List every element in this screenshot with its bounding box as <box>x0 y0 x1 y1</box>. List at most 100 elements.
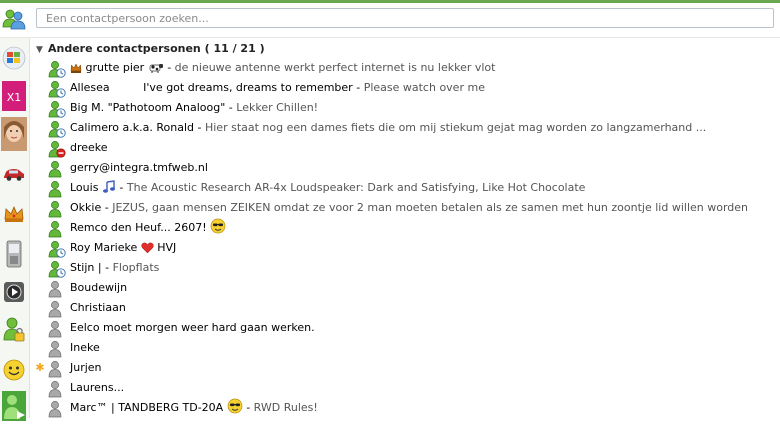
contact-name: Allesea <box>70 81 110 94</box>
contact-name: Marc™ | TANDBERG TD-20A <box>70 401 224 414</box>
contact-row[interactable]: Big M. "Pathotoom Analoog" - Lekker Chil… <box>30 98 778 118</box>
media-play-icon[interactable] <box>1 274 27 310</box>
search-input[interactable]: Een contactpersoon zoeken... <box>36 8 774 28</box>
smiley-icon[interactable] <box>1 352 27 388</box>
chevron-down-icon[interactable]: ▼ <box>36 42 48 58</box>
contact-row[interactable]: dreeke <box>30 138 778 158</box>
contact-name: Stijn | <box>70 261 102 274</box>
contact-text: Allesea I've got dreams, dreams to remem… <box>70 78 485 98</box>
contact-text: Jurjen <box>70 358 102 378</box>
contact-name: Okkie <box>70 201 102 214</box>
contact-row[interactable]: Christiaan <box>30 298 778 318</box>
status-online-icon <box>48 160 66 178</box>
contact-row[interactable]: Louis - The Acoustic Research AR-4x Loud… <box>30 178 778 198</box>
contact-row[interactable]: Laurens... <box>30 378 778 398</box>
contact-text: dreeke <box>70 138 108 158</box>
separator: - <box>163 61 175 74</box>
contact-text: Laurens... <box>70 378 124 398</box>
contact-name: Jurjen <box>70 361 102 374</box>
contact-text: Eelco moet morgen weer hard gaan werken. <box>70 318 315 338</box>
contact-row[interactable]: grutte pier - de nieuwe antenne werkt pe… <box>30 58 778 78</box>
personal-message: Lekker Chillen! <box>236 101 319 114</box>
contact-text: Ineke <box>70 338 100 358</box>
separator: - <box>194 121 205 134</box>
separator: - <box>242 401 254 414</box>
status-offline-icon <box>48 400 66 418</box>
contact-row[interactable]: Stijn | - Flopflats <box>30 258 778 278</box>
separator: - <box>115 181 127 194</box>
contact-name: Roy Marieke <box>70 241 138 254</box>
contact-row[interactable]: Remco den Heuf... 2607! <box>30 218 778 238</box>
personal-message: The Acoustic Research AR-4x Loudspeaker:… <box>126 181 586 194</box>
separator: - <box>101 261 113 274</box>
contact-row[interactable]: Roy Marieke HVJ <box>30 238 778 258</box>
contact-name: Laurens... <box>70 381 125 394</box>
status-away-icon <box>48 60 66 78</box>
contact-text: Calimero a.k.a. Ronald - Hier staat nog … <box>70 118 706 138</box>
group-header-other-contacts[interactable]: ▼ Andere contactpersonen ( 11 / 21 ) <box>36 41 265 57</box>
buddy-video-icon[interactable] <box>1 388 27 424</box>
toolbar: Een contactpersoon zoeken... <box>0 3 780 38</box>
buddy-lock-icon[interactable] <box>1 312 27 348</box>
status-online-icon <box>48 180 66 198</box>
contact-text: Stijn | - Flopflats <box>70 258 159 278</box>
group-title: Andere contactpersonen <box>48 42 201 55</box>
contact-text: Christiaan <box>70 298 126 318</box>
contact-name: Louis <box>70 181 99 194</box>
contact-row[interactable]: Marc™ | TANDBERG TD-20A - RWD Rules! <box>30 398 778 418</box>
contact-name: Boudewijn <box>70 281 128 294</box>
personal-message: de nieuwe antenne werkt perfect internet… <box>174 61 496 74</box>
separator: - <box>225 101 237 114</box>
status-offline-icon <box>48 320 66 338</box>
personal-message: Hier staat nog een dames fiets die om mi… <box>204 121 707 134</box>
status-online-icon <box>48 220 66 238</box>
contact-text: Okkie - JEZUS, gaan mensen ZEIKEN omdat … <box>70 198 748 218</box>
contact-name: Christiaan <box>70 301 126 314</box>
svg-text:X1: X1 <box>7 91 22 104</box>
contact-row[interactable]: ✱ Jurjen <box>30 358 778 378</box>
status-away-icon <box>48 120 66 138</box>
status-offline-icon <box>48 300 66 318</box>
contact-row[interactable]: Eelco moet morgen weer hard gaan werken. <box>30 318 778 338</box>
contact-name: grutte pier <box>85 61 145 74</box>
contact-text: Boudewijn <box>70 278 127 298</box>
status-offline-icon <box>48 380 66 398</box>
contact-text: gerry@integra.tmfweb.nl <box>70 158 208 178</box>
contact-name: Eelco moet morgen weer hard gaan werken. <box>70 321 315 334</box>
windows-logo-icon[interactable] <box>1 40 27 76</box>
contact-name-extra: HVJ <box>157 241 177 254</box>
contact-row[interactable]: Ineke <box>30 338 778 358</box>
contact-row[interactable]: gerry@integra.tmfweb.nl <box>30 158 778 178</box>
phone-icon[interactable] <box>1 236 27 272</box>
contact-list: ▼ Andere contactpersonen ( 11 / 21 ) grut… <box>30 38 780 418</box>
status-away-icon <box>48 240 66 258</box>
status-offline-icon <box>48 360 66 378</box>
status-away-icon <box>48 260 66 278</box>
personal-message: RWD Rules! <box>253 401 318 414</box>
contact-row[interactable]: Okkie - JEZUS, gaan mensen ZEIKEN omdat … <box>30 198 778 218</box>
crown-icon[interactable] <box>1 196 27 232</box>
contacts-icon[interactable] <box>2 7 26 31</box>
contact-name: Calimero a.k.a. Ronald <box>70 121 194 134</box>
contact-text: Big M. "Pathotoom Analoog" - Lekker Chil… <box>70 98 318 118</box>
contact-row[interactable]: Boudewijn <box>30 278 778 298</box>
contact-row[interactable]: Calimero a.k.a. Ronald - Hier staat nog … <box>30 118 778 138</box>
status-offline-icon <box>48 280 66 298</box>
user-photo[interactable] <box>1 116 27 152</box>
sidebar: X1 <box>0 38 30 421</box>
separator: - <box>101 201 113 214</box>
contact-row[interactable]: Allesea I've got dreams, dreams to remem… <box>30 78 778 98</box>
status-busy-icon <box>48 140 66 158</box>
contact-name: Ineke <box>70 341 100 354</box>
personal-message: JEZUS, gaan mensen ZEIKEN omdat ze voor … <box>112 201 749 214</box>
personal-message: Please watch over me <box>363 81 485 94</box>
status-offline-icon <box>48 340 66 358</box>
x1-icon[interactable]: X1 <box>1 78 27 114</box>
status-online-icon <box>48 200 66 218</box>
status-away-icon <box>48 100 66 118</box>
car-icon[interactable] <box>1 156 27 192</box>
contact-name: dreeke <box>70 141 108 154</box>
contact-name: Big M. "Pathotoom Analoog" <box>70 101 226 114</box>
new-contact-star-icon: ✱ <box>35 361 45 374</box>
contact-name-extra: I've got dreams, dreams to remember <box>143 81 353 94</box>
